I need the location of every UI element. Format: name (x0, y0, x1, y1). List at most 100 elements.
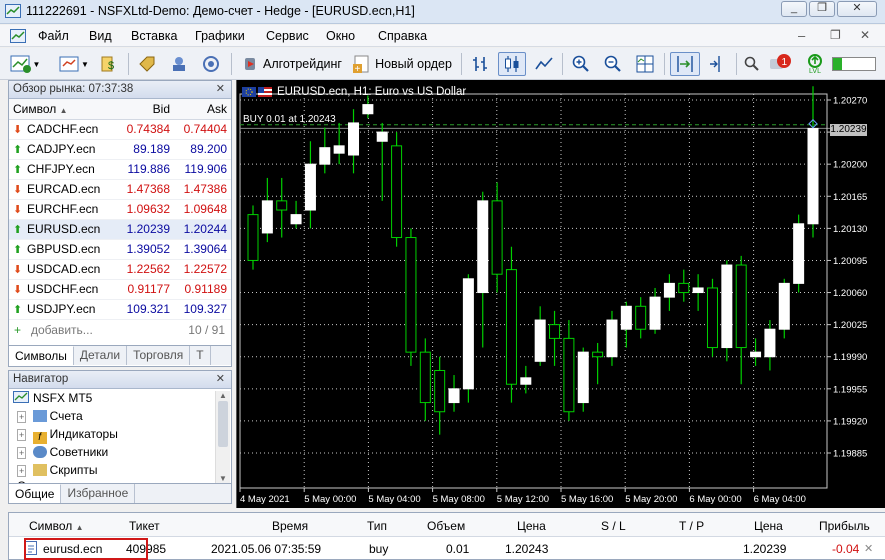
col-profit[interactable]: Прибыль (819, 519, 870, 533)
nav-item-indicators[interactable]: + f Индикаторы (17, 427, 118, 444)
expand-icon[interactable]: + (17, 429, 27, 441)
col-current-price[interactable]: Цена (754, 519, 783, 533)
data-window-button[interactable] (134, 52, 160, 76)
col-type[interactable]: Тип (367, 519, 387, 533)
col-pos-symbol[interactable]: Символ ▲ (29, 519, 84, 533)
new-order-button[interactable]: + Новый ордер (350, 52, 454, 76)
col-price[interactable]: Цена (517, 519, 546, 533)
close-position-icon[interactable]: ✕ (864, 542, 873, 555)
candle-body (333, 145, 345, 154)
symbol-cell: ⬆ CADJPY.ecn (9, 139, 117, 160)
menu-file[interactable]: Файл (38, 29, 69, 43)
navigator-scrollbar[interactable]: ▲ ▼ (215, 391, 230, 483)
col-ask[interactable]: Ask (174, 99, 231, 120)
market-watch-row[interactable]: ⬆ CHFJPY.ecn 119.886 119.906 (9, 159, 231, 180)
chart-shift-button[interactable] (704, 52, 730, 76)
market-watch-row[interactable]: ⬇ CADCHF.ecn 0.74384 0.74404 (9, 119, 231, 140)
menu-tools[interactable]: Сервис (266, 29, 309, 43)
scroll-thumb[interactable] (218, 401, 228, 447)
market-watch-row[interactable]: ⬆ CADJPY.ecn 89.189 89.200 (9, 139, 231, 160)
arrow-down-icon: ⬇ (13, 204, 23, 216)
navigator-panel: Навигатор ✕ NSFX MT5 + Счета + f Индикатор… (8, 370, 232, 504)
symbol-cell: ⬆ GBPUSD.ecn (9, 239, 117, 260)
tab-favorites[interactable]: Избранное (61, 484, 136, 503)
col-sl[interactable]: S / L (601, 519, 626, 533)
col-bid[interactable]: Bid (117, 99, 174, 120)
tile-windows-button[interactable] (632, 52, 658, 76)
expand-icon[interactable]: + (17, 447, 27, 459)
nav-root[interactable]: NSFX MT5 (13, 391, 92, 405)
chart-shift-icon (710, 56, 720, 72)
candlestick-chart-button[interactable] (498, 52, 526, 76)
market-watch-row[interactable]: ⬇ EURCAD.ecn 1.47368 1.47386 (9, 179, 231, 200)
level-progress-fill (833, 58, 842, 70)
tab-ticks[interactable]: Т (190, 346, 211, 365)
scroll-down-icon[interactable]: ▼ (216, 474, 230, 483)
mdi-close-icon[interactable]: ✕ (860, 28, 870, 42)
signals-button[interactable] (198, 52, 224, 76)
market-watch-button[interactable]: $ (97, 52, 123, 76)
menu-charts[interactable]: Графики (195, 29, 245, 43)
navigator-close-icon[interactable]: ✕ (216, 371, 225, 388)
market-watch-close-icon[interactable]: ✕ (216, 81, 225, 98)
ask-cell: 119.906 (174, 159, 231, 180)
level-button[interactable]: LVL (802, 52, 828, 76)
close-button[interactable]: ✕ (837, 1, 877, 17)
candle-body (434, 369, 446, 413)
market-watch-row[interactable]: ⬆ GBPUSD.ecn 1.39052 1.39064 (9, 239, 231, 260)
candle-body (606, 319, 618, 358)
auto-scroll-button[interactable] (670, 52, 700, 76)
line-chart-button[interactable] (531, 52, 557, 76)
menu-help[interactable]: Справка (378, 29, 427, 43)
candle-body (290, 214, 302, 225)
restore-button[interactable]: ❐ (809, 1, 835, 17)
col-symbol[interactable]: Символ ▲ (9, 99, 117, 120)
candle-body (678, 282, 690, 294)
minimize-button[interactable]: _ (781, 1, 807, 17)
line-chart-icon (535, 57, 553, 70)
col-time[interactable]: Время (272, 519, 308, 533)
algo-trading-button[interactable]: Алготрейдинг (238, 52, 344, 76)
market-watch-row[interactable]: ⬆ EURUSD.ecn 1.20239 1.20244 (9, 219, 231, 240)
price-chart[interactable]: 1.202701.202351.202001.201651.201301.200… (237, 80, 885, 508)
market-watch-row[interactable]: ⬆ USDJPY.ecn 109.321 109.327 (9, 299, 231, 320)
child-window-icon[interactable] (10, 29, 26, 43)
tab-trading[interactable]: Торговля (127, 346, 191, 365)
scroll-up-icon[interactable]: ▲ (216, 391, 230, 400)
mdi-restore-icon[interactable]: ❐ (830, 28, 841, 42)
col-tp[interactable]: T / P (679, 519, 704, 533)
profiles-button[interactable]: ▼ (56, 52, 92, 76)
candle-body (448, 388, 460, 404)
tab-general[interactable]: Общие (9, 484, 62, 503)
terminal-icon (5, 4, 21, 18)
market-watch-row[interactable]: ⬇ USDCHF.ecn 0.91177 0.91189 (9, 279, 231, 300)
menu-view[interactable]: Вид (89, 29, 112, 43)
add-symbol-row[interactable]: + добавить... 10 / 91 (9, 320, 231, 341)
nav-item-accounts[interactable]: + Счета (17, 409, 83, 423)
bar-chart-button[interactable] (467, 52, 493, 76)
nav-item-experts[interactable]: + Советники (17, 445, 108, 459)
title-bar: 111222691 - NSFXLtd-Demo: Демо-счет - He… (0, 0, 885, 24)
market-watch-row[interactable]: ⬇ USDCAD.ecn 1.22562 1.22572 (9, 259, 231, 280)
tab-symbols[interactable]: Символы (9, 346, 74, 365)
new-chart-button[interactable]: ▼ (8, 52, 42, 76)
menu-insert[interactable]: Вставка (131, 29, 177, 43)
market-watch-row[interactable]: ⬇ EURCHF.ecn 1.09632 1.09648 (9, 199, 231, 220)
chart-window[interactable]: 1.202701.202351.202001.201651.201301.200… (236, 80, 885, 508)
col-ticket[interactable]: Тикет (129, 519, 160, 533)
notifications-button[interactable]: 1 (768, 52, 794, 76)
zoom-out-button[interactable] (600, 52, 626, 76)
expand-icon[interactable]: + (17, 411, 27, 423)
search-button[interactable] (740, 52, 764, 76)
col-volume[interactable]: Объем (427, 519, 465, 533)
arrow-up-icon: ⬆ (13, 304, 23, 316)
expand-icon[interactable]: + (17, 465, 27, 477)
navigator-button[interactable] (166, 52, 192, 76)
candle-body (649, 296, 661, 330)
zoom-in-button[interactable] (568, 52, 594, 76)
nav-item-scripts[interactable]: + Скрипты (17, 463, 98, 477)
tab-details[interactable]: Детали (74, 346, 128, 365)
menu-bar: Файл Вид Вставка Графики Сервис Окно Спр… (0, 25, 885, 47)
mdi-minimize-icon[interactable]: – (798, 28, 805, 43)
menu-window[interactable]: Окно (326, 29, 355, 43)
